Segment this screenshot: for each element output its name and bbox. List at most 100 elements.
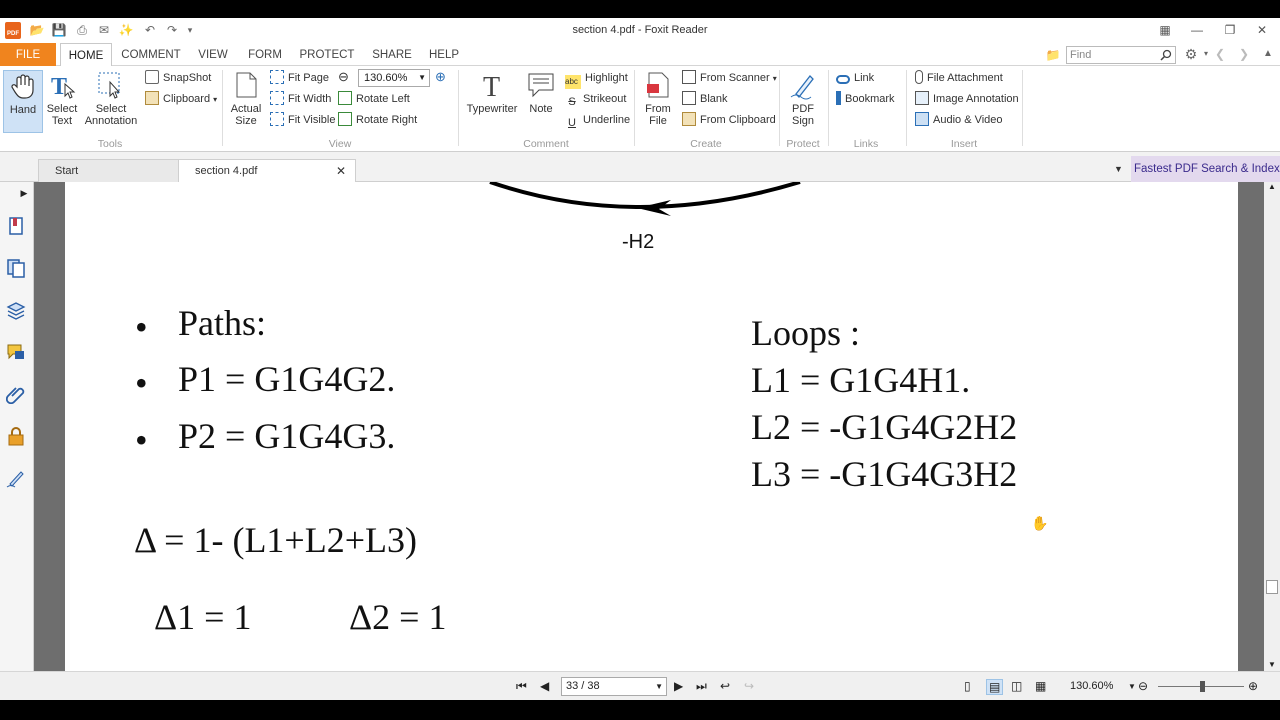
minimize-button[interactable]: — [1187,21,1207,39]
zoom-out-icon[interactable]: ⊖ [338,68,349,86]
actual-size-button[interactable]: Actual Size [228,70,264,127]
zoom-select[interactable]: 130.60% ▼ [358,69,430,87]
facing-pages-icon[interactable]: ◫ [1011,679,1022,693]
typewriter-icon: T [483,72,500,100]
next-view-icon[interactable]: ↪ [744,679,754,693]
layers-panel-icon[interactable] [6,300,26,320]
continuous-page-icon[interactable]: ▤ [986,679,1004,695]
camera-icon [145,70,159,84]
rotate-left-icon [338,91,352,105]
ad-dropdown-icon[interactable]: ▼ [1114,164,1123,174]
select-annotation-button[interactable]: Select Annotation [84,70,138,127]
snapshot-button[interactable]: SnapShot [145,69,211,87]
from-scanner-button[interactable]: From Scanner ▾ [682,69,777,87]
lock-panel-icon[interactable] [6,426,26,446]
hand-tool-button[interactable]: Hand [3,70,43,133]
back-icon[interactable]: ❮ [1212,46,1228,62]
tab-form[interactable]: FORM [244,43,286,66]
scroll-down-icon[interactable]: ▼ [1268,660,1276,669]
find-input[interactable]: Find [1066,46,1176,64]
bookmark-button[interactable]: Bookmark [836,90,895,108]
tab-help[interactable]: HELP [424,43,464,66]
underline-button[interactable]: U Underline [565,111,630,129]
zoom-percent[interactable]: 130.60% [1070,680,1113,692]
continuous-facing-icon[interactable]: ▦ [1035,679,1046,693]
ribbon-tabs: FILE HOME COMMENT VIEW FORM PROTECT SHAR… [0,43,1280,67]
rotate-right-button[interactable]: Rotate Right [338,111,417,129]
forward-icon[interactable]: ❯ [1236,46,1252,62]
rotate-right-label: Rotate Right [356,114,418,126]
tab-protect[interactable]: PROTECT [296,43,358,66]
folder-search-icon[interactable]: 📁 [1045,47,1061,63]
fit-page-button[interactable]: Fit Page [270,69,329,87]
pdf-sign-button[interactable]: PDF Sign [785,70,821,127]
tab-file[interactable]: FILE [0,43,56,66]
note-button[interactable]: Note [524,70,558,115]
document-viewport[interactable]: -H2 • Paths: • P1 = G1G4G2. • P2 = G1G4G… [34,182,1264,671]
group-divider [1022,70,1023,146]
page-number-input[interactable]: 33 / 38 ▼ [561,677,667,696]
ad-banner[interactable]: Fastest PDF Search & Index [1131,156,1280,182]
collapse-ribbon-icon[interactable]: ▲ [1260,46,1276,62]
tab-share[interactable]: SHARE [368,43,416,66]
link-label: Link [854,72,875,84]
tab-comment[interactable]: COMMENT [116,43,186,66]
previous-view-icon[interactable]: ↩ [720,679,730,693]
signature-panel-icon[interactable] [6,468,26,488]
tab-section-4[interactable]: section 4.pdf ✕ [178,159,356,182]
select-text-button[interactable]: T Select Text [45,70,79,127]
zoom-value: 130.60% [364,72,408,84]
attachments-panel-icon[interactable] [6,384,26,404]
strikeout-label: Strikeout [583,93,627,105]
strikeout-button[interactable]: S Strikeout [565,90,626,108]
zoom-in-status-icon[interactable]: ⊕ [1248,679,1258,693]
first-page-icon[interactable]: ⏮ [516,679,527,694]
clipboard-button[interactable]: Clipboard ▾ [145,90,217,108]
zoom-out-status-icon[interactable]: ⊖ [1138,679,1148,693]
from-file-button[interactable]: From File [642,70,674,127]
fit-width-button[interactable]: Fit Width [270,90,331,108]
tab-view[interactable]: VIEW [192,43,234,66]
settings-gear-icon[interactable]: ⚙ [1183,46,1199,62]
file-attachment-button[interactable]: File Attachment [915,69,1003,87]
single-page-icon[interactable]: ▯ [964,679,971,693]
create-group-label: Create [690,138,722,150]
pages-panel-icon[interactable] [6,258,26,278]
link-button[interactable]: Link [836,69,874,87]
blank-button[interactable]: Blank [682,90,728,108]
last-page-icon[interactable]: ⏭ [696,679,707,694]
close-tab-icon[interactable]: ✕ [336,160,346,182]
previous-page-icon[interactable]: ◀ [540,679,549,693]
audio-video-button[interactable]: Audio & Video [915,111,1003,129]
tab-home[interactable]: HOME [60,43,112,67]
restore-button[interactable]: ❐ [1220,21,1240,39]
tab-section-4-label: section 4.pdf [195,165,258,177]
ribbon-layout-icon[interactable]: ▦ [1155,21,1175,39]
tab-start[interactable]: Start [38,159,180,182]
comments-panel-icon[interactable] [6,342,26,362]
zoom-slider-thumb[interactable] [1200,681,1205,692]
scroll-up-icon[interactable]: ▲ [1268,182,1276,191]
search-icon[interactable] [1160,49,1172,61]
clipboard-icon [145,91,159,105]
bookmarks-panel-icon[interactable] [6,216,26,236]
home-ribbon: Hand T Select Text Select Annotation Sna… [0,66,1280,152]
highlight-button[interactable]: abc Highlight [565,69,628,89]
zoom-in-icon[interactable]: ⊕ [435,68,446,86]
from-clipboard-button[interactable]: From Clipboard [682,111,776,129]
close-window-button[interactable]: ✕ [1252,21,1272,39]
fit-visible-button[interactable]: Fit Visible [270,111,335,129]
group-divider [458,70,459,146]
highlight-icon: abc [565,75,581,89]
rotate-left-button[interactable]: Rotate Left [338,90,410,108]
expand-panel-icon[interactable]: ▶ [14,188,34,208]
vertical-scrollbar[interactable]: ▲ ▼ [1264,182,1280,671]
zoom-dropdown-icon[interactable]: ▼ [1128,682,1136,691]
image-annotation-button[interactable]: Image Annotation [915,90,1019,108]
typewriter-button[interactable]: T Typewriter [466,70,518,115]
foxit-reader-window: PDF 📂 💾 ⎙ ✉ ✨ ↶ ↷ ▾ section 4.pdf - Foxi… [0,18,1280,700]
next-page-icon[interactable]: ▶ [674,679,683,693]
scroll-thumb[interactable] [1266,580,1278,594]
window-title: section 4.pdf - Foxit Reader [572,24,708,36]
document-tab-bar: Start section 4.pdf ✕ [0,152,1280,182]
